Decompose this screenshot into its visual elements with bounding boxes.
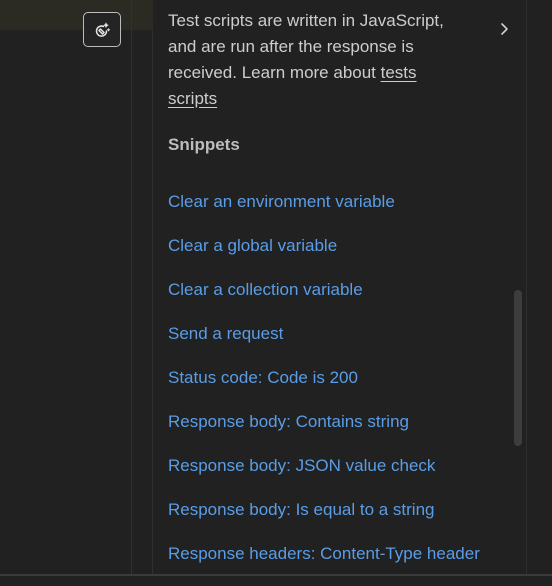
snippet-link[interactable]: Response body: JSON value check (168, 454, 480, 498)
snippets-heading: Snippets (168, 135, 240, 154)
editor-divider (131, 0, 132, 576)
ai-assist-button[interactable] (83, 12, 121, 47)
snippet-list: Clear an environment variable Clear a gl… (168, 190, 480, 586)
panel-border (526, 0, 527, 576)
chevron-right-icon (498, 22, 510, 41)
snippet-link[interactable]: Response body: Contains string (168, 410, 480, 454)
snippet-link[interactable]: Clear a collection variable (168, 278, 480, 322)
tests-help-panel: Test scripts are written in JavaScript, … (154, 0, 526, 576)
panel-scrollbar[interactable] (514, 290, 522, 446)
snippet-link[interactable]: Clear a global variable (168, 234, 480, 278)
snippet-link[interactable]: Clear an environment variable (168, 190, 480, 234)
script-editor[interactable] (0, 0, 153, 576)
snippet-link[interactable]: Response body: Is equal to a string (168, 498, 480, 542)
tests-description: Test scripts are written in JavaScript, … (168, 8, 468, 112)
expand-panel-button[interactable] (494, 21, 514, 41)
magic-wand-icon (92, 20, 112, 40)
snippet-link[interactable]: Status code: Code is 200 (168, 366, 480, 410)
snippet-link[interactable]: Response headers: Content-Type header (168, 542, 480, 586)
snippet-link[interactable]: Send a request (168, 322, 480, 366)
